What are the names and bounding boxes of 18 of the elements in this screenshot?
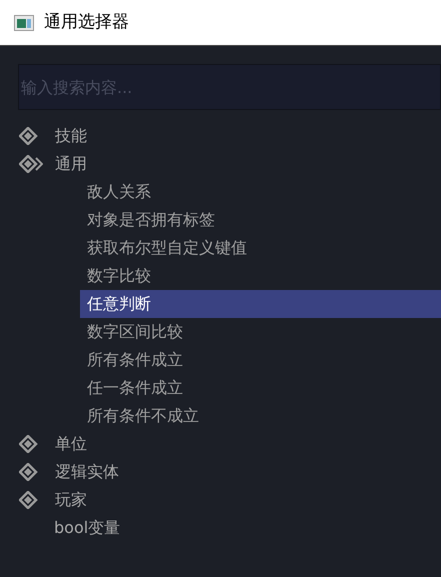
window-title: 通用选择器: [44, 10, 129, 34]
tree-item[interactable]: 获取布尔型自定义键值: [80, 234, 441, 262]
tree-item[interactable]: 敌人关系: [80, 178, 441, 206]
tree-group[interactable]: 玩家: [55, 492, 87, 508]
tree-group[interactable]: 技能: [55, 128, 87, 144]
tree-item[interactable]: 所有条件不成立: [80, 402, 441, 430]
tree-item[interactable]: 任一条件成立: [80, 374, 441, 402]
app-icon: [14, 14, 34, 30]
tree-item[interactable]: 数字区间比较: [80, 318, 441, 346]
tree-group[interactable]: 逻辑实体: [55, 464, 119, 480]
tree-item[interactable]: bool变量: [54, 520, 120, 536]
tree-group[interactable]: 通用: [55, 156, 87, 172]
tree-item[interactable]: 数字比较: [80, 262, 441, 290]
tree-item[interactable]: 所有条件成立: [80, 346, 441, 374]
tree-item[interactable]: 对象是否拥有标签: [80, 206, 441, 234]
tree-group[interactable]: 单位: [55, 436, 87, 452]
tree-item[interactable]: 任意判断: [80, 290, 441, 318]
diamond-icon[interactable]: [19, 155, 43, 173]
